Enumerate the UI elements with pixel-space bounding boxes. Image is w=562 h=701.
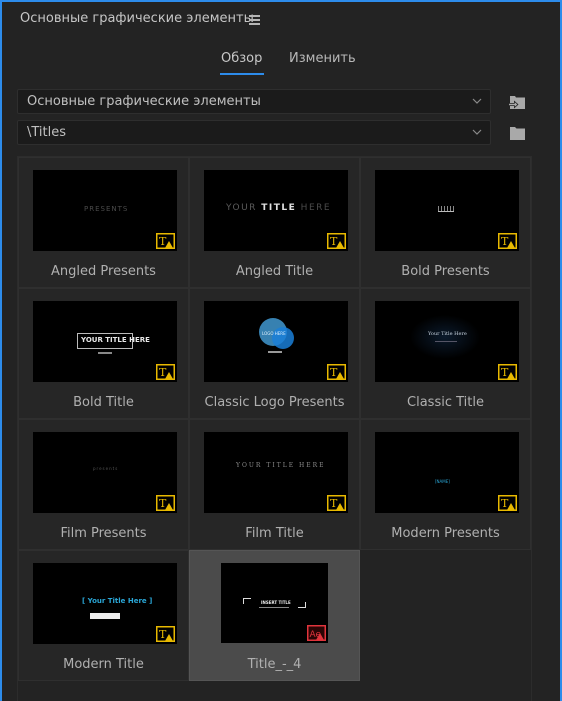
template-name: Film Title: [245, 526, 304, 541]
template-name: Film Presents: [60, 526, 147, 541]
after-effects-warning-icon: Ae: [307, 625, 326, 641]
premiere-title-warning-icon: T: [327, 495, 346, 511]
template-card[interactable]: PRESENTS T Angled Presents: [18, 157, 189, 288]
svg-text:T: T: [330, 366, 338, 379]
preview-text: YOUR: [226, 203, 262, 213]
template-thumbnail: T: [375, 170, 519, 251]
template-name: Modern Presents: [391, 526, 500, 541]
premiere-title-warning-icon: T: [156, 364, 175, 380]
library-dropdown-value: Основные графические элементы: [27, 94, 261, 109]
panel-title: Основные графические элементы: [20, 11, 254, 26]
template-grid: PRESENTS T Angled Presents YOUR TITLE HE…: [17, 156, 532, 701]
template-card[interactable]: YOUR TITLE HERE T Bold Title: [18, 288, 189, 419]
template-thumbnail: presents T: [33, 432, 177, 513]
svg-text:T: T: [501, 235, 509, 248]
preview-text: [438, 206, 454, 212]
template-name: Modern Title: [63, 657, 144, 672]
preview-text: YOUR TITLE HERE: [81, 336, 150, 344]
premiere-title-warning-icon: T: [498, 233, 517, 249]
preview-subtitle: [98, 352, 112, 354]
template-card[interactable]: YOUR TITLE HERE T Angled Title: [189, 157, 360, 288]
template-card[interactable]: LOGO HERE T Classic Logo Presents: [189, 288, 360, 419]
preview-subtitle: [268, 351, 282, 353]
template-thumbnail: PRESENTS T: [33, 170, 177, 251]
template-name: Bold Title: [73, 395, 134, 410]
template-card[interactable]: YOUR TITLE HERE T Film Title: [189, 419, 360, 550]
template-thumbnail: YOUR TITLE HERE T: [204, 170, 348, 251]
preview-subtitle-bar: [90, 613, 120, 619]
template-thumbnail: Your Title Here T: [375, 301, 519, 382]
template-name: Classic Logo Presents: [204, 395, 345, 410]
template-card-selected[interactable]: INSERT TITLE Ae Title_-_4: [189, 550, 360, 681]
preview-text: Your Title Here: [428, 331, 467, 337]
svg-text:T: T: [159, 628, 167, 641]
svg-text:T: T: [330, 235, 338, 248]
template-card[interactable]: [ Your Title Here ] T Modern Title: [18, 550, 189, 681]
preview-text: HERE: [296, 203, 332, 213]
template-name: Bold Presents: [401, 264, 490, 279]
svg-text:T: T: [501, 366, 509, 379]
preview-bracket-left: [243, 598, 251, 604]
svg-text:T: T: [159, 235, 167, 248]
hamburger-menu-icon[interactable]: [249, 15, 260, 25]
preview-text: PRESENTS: [84, 205, 129, 213]
template-card[interactable]: presents T Film Presents: [18, 419, 189, 550]
template-name: Angled Title: [235, 264, 314, 279]
premiere-title-warning-icon: T: [327, 364, 346, 380]
essential-graphics-panel: Основные графические элементы Обзор Изме…: [0, 0, 562, 701]
folder-dropdown[interactable]: \Titles: [17, 120, 491, 145]
template-name: Title_-_4: [247, 657, 302, 672]
import-to-library-icon[interactable]: [507, 93, 527, 111]
template-card[interactable]: Your Title Here T Classic Title: [360, 288, 531, 419]
template-name: Classic Title: [407, 395, 484, 410]
template-thumbnail: YOUR TITLE HERE T: [204, 432, 348, 513]
svg-text:T: T: [501, 497, 509, 510]
preview-title-box: YOUR TITLE HERE: [77, 333, 150, 349]
premiere-title-warning-icon: T: [156, 495, 175, 511]
template-card[interactable]: [NAME] T Modern Presents: [360, 419, 531, 550]
preview-text: [ Your Title Here ]: [82, 597, 153, 605]
premiere-title-warning-icon: T: [327, 233, 346, 249]
tab-browse[interactable]: Обзор: [221, 51, 262, 66]
template-thumbnail: [NAME] T: [375, 432, 519, 513]
active-tab-indicator: [220, 73, 264, 75]
template-thumbnail: LOGO HERE T: [204, 301, 348, 382]
preview-text: YOUR TITLE HERE: [236, 462, 326, 469]
tab-bar: Обзор Изменить: [2, 51, 560, 77]
preview-text: INSERT TITLE: [261, 600, 291, 605]
tab-edit[interactable]: Изменить: [289, 51, 356, 66]
library-dropdown[interactable]: Основные графические элементы: [17, 89, 491, 114]
chevron-down-icon: [472, 98, 482, 104]
folder-icon[interactable]: [507, 124, 527, 142]
premiere-title-warning-icon: T: [498, 495, 517, 511]
template-thumbnail: YOUR TITLE HERE T: [33, 301, 177, 382]
template-name: Angled Presents: [51, 264, 156, 279]
premiere-title-warning-icon: T: [156, 626, 175, 642]
preview-text-bold: TITLE: [261, 203, 297, 213]
folder-dropdown-value: \Titles: [27, 125, 67, 140]
template-card[interactable]: T Bold Presents: [360, 157, 531, 288]
template-thumbnail: [ Your Title Here ] T: [33, 563, 177, 644]
chevron-down-icon: [472, 129, 482, 135]
svg-text:T: T: [159, 497, 167, 510]
preview-text: [NAME]: [435, 479, 450, 484]
premiere-title-warning-icon: T: [498, 364, 517, 380]
svg-text:T: T: [330, 497, 338, 510]
preview-bracket-right: [298, 602, 306, 608]
preview-subtitle: [435, 341, 457, 342]
preview-text: presents: [93, 466, 119, 471]
preview-subtitle: [259, 607, 289, 608]
template-thumbnail: INSERT TITLE Ae: [221, 563, 328, 643]
premiere-title-warning-icon: T: [156, 233, 175, 249]
svg-text:T: T: [159, 366, 167, 379]
preview-text: LOGO HERE: [262, 331, 286, 336]
